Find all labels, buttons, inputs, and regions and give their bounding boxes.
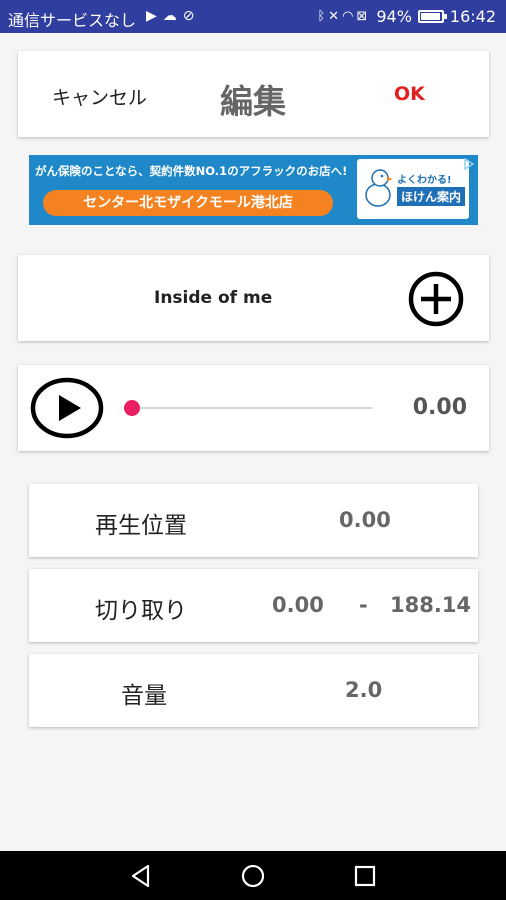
system-icons: ᛒ✕◠⊠ [317,9,370,24]
notification-icons: ▶☁⊘ [146,8,201,24]
ok-button[interactable]: OK [394,83,425,105]
battery-icon [417,10,447,23]
mute-icon: ✕ [328,9,343,24]
duck-mascot-icon [365,169,393,207]
wifi-icon: ◠ [342,9,357,24]
ad-info-line2: ほけん案内 [397,187,466,206]
volume-label: 音量 [121,683,167,709]
ad-info-box: よくわかる! ほけん案内 [357,159,469,219]
ad-headline: がん保険のことなら、契約件数NO.1のアフラックのお店へ! [35,164,348,178]
status-right: ᛒ✕◠⊠ 94% 16:42 [317,7,496,26]
cloud-icon: ☁ [162,8,183,24]
song-title: Inside of me [154,288,273,308]
ad-banner[interactable]: がん保険のことなら、契約件数NO.1のアフラックのお店へ! センター北モザイクモ… [29,155,478,225]
cancel-button[interactable]: キャンセル [52,83,147,110]
header-card: キャンセル 編集 OK [18,51,489,137]
play-icon[interactable] [30,377,104,439]
playback-position-value: 0.00 [339,508,391,532]
battery-percent: 94% [376,7,412,26]
ad-store-pill: センター北モザイクモール港北店 [43,190,333,216]
seek-bar[interactable] [124,400,373,416]
bluetooth-icon: ᛒ [317,9,329,24]
trim-end-value[interactable]: 188.14 [390,593,471,617]
play-store-icon: ▶ [146,8,163,24]
status-bar: 通信サービスなし ▶☁⊘ ᛒ✕◠⊠ 94% 16:42 [0,0,506,33]
current-time: 0.00 [412,395,467,420]
trim-start-value[interactable]: 0.00 [272,593,324,617]
trim-separator: - [359,593,368,617]
seek-thumb[interactable] [124,400,140,416]
plus-circle-icon[interactable] [408,271,464,327]
playback-position-label: 再生位置 [95,513,187,539]
navigation-bar [0,851,506,900]
signal-off-icon: ⊘ [182,8,201,24]
recents-icon[interactable] [352,863,378,889]
song-card: Inside of me [18,255,489,341]
volume-value: 2.0 [345,678,383,702]
playback-position-row[interactable]: 再生位置 0.00 [29,484,478,557]
clock: 16:42 [449,7,496,26]
no-signal-icon: ⊠ [356,9,371,24]
page-title: 編集 [220,82,286,121]
home-icon[interactable] [240,863,266,889]
trim-label: 切り取り [95,598,187,624]
back-icon[interactable] [128,863,154,889]
player-card: 0.00 [18,365,489,451]
ad-info-line1: よくわかる! [397,175,452,186]
carrier-text: 通信サービスなし [8,11,137,30]
volume-row[interactable]: 音量 2.0 [29,654,478,727]
battery-level [420,13,440,20]
trim-row[interactable]: 切り取り 0.00 - 188.14 [29,569,478,642]
ad-choices-icon[interactable] [463,158,475,170]
